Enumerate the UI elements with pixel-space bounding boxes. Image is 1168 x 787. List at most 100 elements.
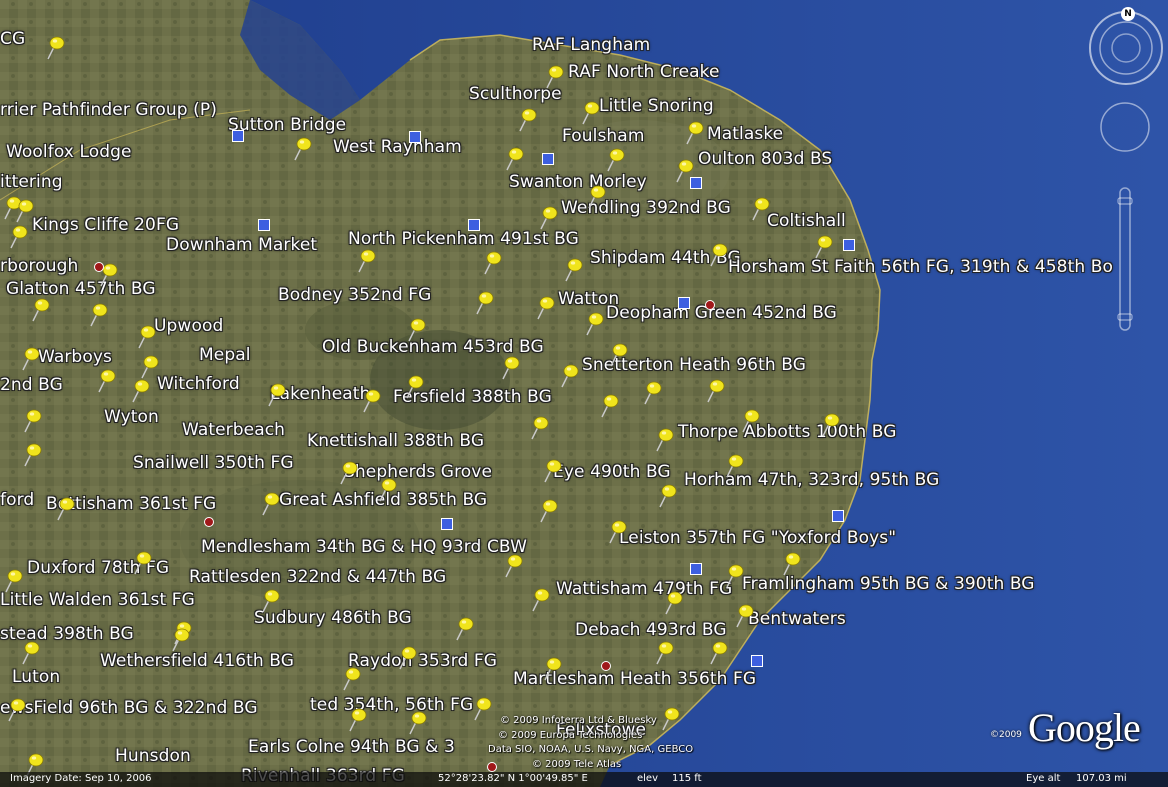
place-label[interactable]: rrier Pathfinder Group (P) [0,100,217,120]
pushpin-icon[interactable] [480,250,502,276]
place-label[interactable]: Debach 493rd BG [575,620,727,640]
pushpin-icon[interactable] [452,616,474,642]
pushpin-icon[interactable] [130,550,152,576]
pushpin-icon[interactable] [652,640,674,666]
pushpin-icon[interactable] [661,590,683,616]
place-label[interactable]: ewsField 96th BG & 322nd BG [0,698,258,718]
pushpin-icon[interactable] [86,302,108,328]
place-label[interactable]: Warboys [38,347,112,367]
pushpin-icon[interactable] [472,290,494,316]
pushpin-icon[interactable] [498,355,520,381]
pushpin-icon[interactable] [395,645,417,671]
blue-marker-icon[interactable] [409,131,421,143]
blue-marker-icon[interactable] [468,219,480,231]
pushpin-icon[interactable] [359,388,381,414]
pushpin-icon[interactable] [168,627,190,653]
place-label[interactable]: Woolfox Lodge [6,142,132,162]
pushpin-icon[interactable] [402,374,424,400]
pushpin-icon[interactable] [748,196,770,222]
pushpin-icon[interactable] [528,587,550,613]
pushpin-icon[interactable] [527,415,549,441]
place-label[interactable]: ford [0,490,34,510]
place-label[interactable]: RAF Langham [532,35,650,55]
place-label[interactable]: Bodney 352nd FG [278,285,431,305]
place-label[interactable]: RAF North Creake [568,62,720,82]
pushpin-icon[interactable] [18,346,40,372]
pushpin-icon[interactable] [557,363,579,389]
place-label[interactable]: Upwood [154,316,223,336]
place-label[interactable]: Snailwell 350th FG [133,453,294,473]
pushpin-icon[interactable] [137,354,159,380]
pushpin-icon[interactable] [682,120,704,146]
place-label[interactable]: Rattlesden 322nd & 447th BG [189,567,446,587]
red-marker-icon[interactable] [601,661,611,671]
blue-marker-icon[interactable] [441,518,453,530]
place-label[interactable]: Little Snoring [599,96,714,116]
place-label[interactable]: Hunsdon [115,746,191,766]
pushpin-icon[interactable] [501,553,523,579]
place-label[interactable]: Kings Cliffe 20FG [32,215,179,235]
pushpin-icon[interactable] [258,491,280,517]
place-label[interactable]: Wethersfield 416th BG [100,651,294,671]
place-label[interactable]: 2nd BG [0,375,63,395]
place-label[interactable]: Eye 490th BG [553,462,671,482]
place-label[interactable]: Witchford [157,374,240,394]
pushpin-icon[interactable] [18,640,40,666]
pushpin-icon[interactable] [561,257,583,283]
blue-marker-icon[interactable] [690,563,702,575]
place-label[interactable]: Downham Market [166,235,317,255]
pushpin-icon[interactable] [20,408,42,434]
place-label[interactable]: Mepal [199,345,251,365]
place-label[interactable]: Raydon 353rd FG [348,651,497,671]
pushpin-icon[interactable] [43,35,65,61]
place-label[interactable]: ted 354th, 56th FG [310,695,473,715]
pushpin-icon[interactable] [515,107,537,133]
place-label[interactable]: Earls Colne 94th BG & 3 [248,737,455,757]
place-label[interactable]: Leiston 357th FG "Yoxford Boys" [619,528,896,548]
pushpin-icon[interactable] [722,453,744,479]
blue-marker-icon[interactable] [751,655,763,667]
blue-marker-icon[interactable] [843,239,855,251]
place-label[interactable]: Bentwaters [748,609,846,629]
pushpin-icon[interactable] [606,342,628,368]
place-label[interactable]: Foulsham [562,126,644,146]
place-label[interactable]: rborough [0,256,78,276]
pushpin-icon[interactable] [258,588,280,614]
place-label[interactable]: Little Walden 361st FG [0,590,195,610]
pushpin-icon[interactable] [779,551,801,577]
place-label[interactable]: Wattisham 479th FG [556,579,732,599]
north-indicator[interactable]: N [1121,7,1135,21]
place-label[interactable]: Framlingham 95th BG & 390th BG [742,574,1035,594]
pushpin-icon[interactable] [732,603,754,629]
blue-marker-icon[interactable] [678,297,690,309]
place-label[interactable]: Knettishall 388th BG [307,431,484,451]
pushpin-icon[interactable] [542,64,564,90]
move-joystick-icon[interactable] [1098,100,1152,154]
pushpin-icon[interactable] [536,498,558,524]
pushpin-icon[interactable] [128,378,150,404]
pushpin-icon[interactable] [94,368,116,394]
place-label[interactable]: Waterbeach [182,420,285,440]
pushpin-icon[interactable] [540,656,562,682]
pushpin-icon[interactable] [582,311,604,337]
place-label[interactable]: Oulton 803d BS [698,149,832,169]
pushpin-icon[interactable] [404,317,426,343]
pushpin-icon[interactable] [6,224,28,250]
pushpin-icon[interactable] [603,147,625,173]
pushpin-icon[interactable] [597,393,619,419]
place-label[interactable]: Thorpe Abbotts 100th BG [678,422,897,442]
place-label[interactable]: Old Buckenham 453rd BG [322,337,544,357]
place-label[interactable]: Shepherds Grove [344,462,492,482]
place-label[interactable]: Glatton 457th BG [6,279,156,299]
place-label[interactable]: CG [0,29,25,49]
pushpin-icon[interactable] [264,382,286,408]
blue-marker-icon[interactable] [690,177,702,189]
pushpin-icon[interactable] [584,184,606,210]
zoom-slider[interactable] [1114,186,1136,332]
place-label[interactable]: Matlaske [707,124,783,144]
pushpin-icon[interactable] [470,696,492,722]
pushpin-icon[interactable] [502,146,524,172]
pushpin-icon[interactable] [53,496,75,522]
pushpin-icon[interactable] [818,412,840,438]
place-label[interactable]: North Pickenham 491st BG [348,229,579,249]
